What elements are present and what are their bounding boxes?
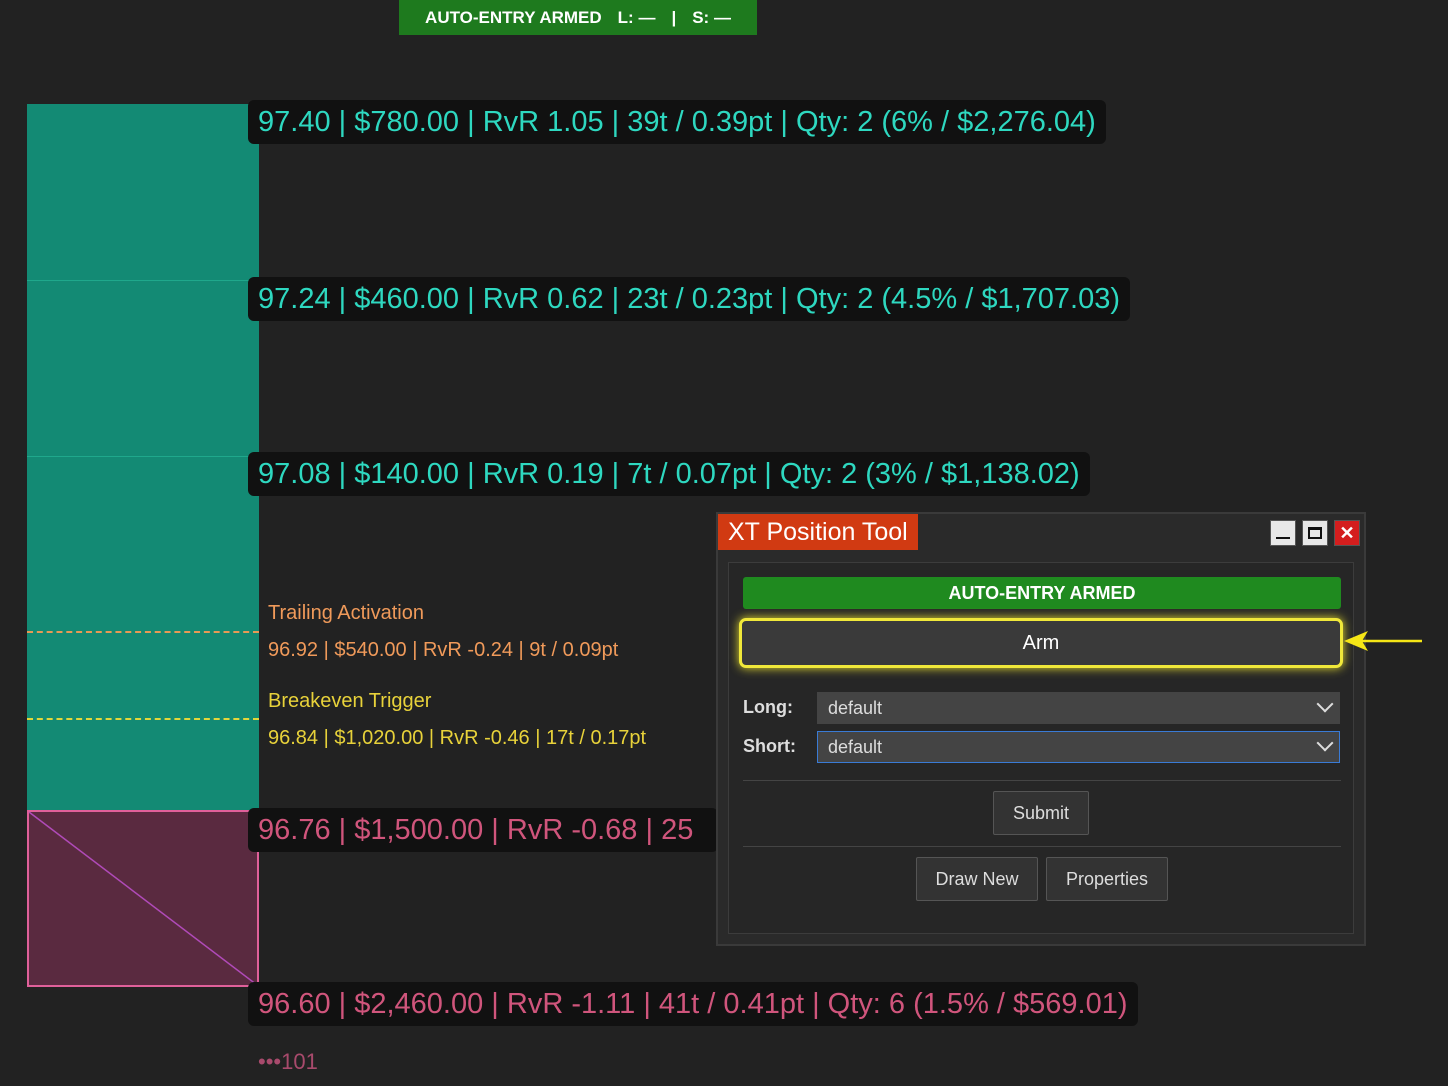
tick-label: •••101 [258, 1049, 318, 1074]
stop-loss-label: 96.60 | $2,460.00 | RvR -1.11 | 41t / 0.… [248, 982, 1138, 1026]
target-2-label: 97.24 | $460.00 | RvR 0.62 | 23t / 0.23p… [248, 277, 1130, 321]
pointer-arrow-icon [1344, 631, 1422, 651]
maximize-button[interactable] [1302, 520, 1328, 546]
divider [743, 780, 1341, 781]
banner-short: S: — [692, 7, 731, 27]
trailing-activation-value: 96.92 | $540.00 | RvR -0.24 | 9t / 0.09p… [268, 639, 619, 661]
draw-new-button[interactable]: Draw New [916, 857, 1038, 901]
xt-position-tool-dialog: XT Position Tool ✕ AUTO-ENTRY ARMED Arm … [716, 512, 1366, 946]
long-label: Long: [743, 697, 793, 717]
short-select[interactable]: default [817, 731, 1340, 763]
banner-long: L: — [617, 7, 656, 27]
target-3-label: 97.08 | $140.00 | RvR 0.19 | 7t / 0.07pt… [248, 452, 1090, 496]
trailing-activation-line[interactable] [27, 631, 259, 633]
close-button[interactable]: ✕ [1334, 520, 1360, 546]
loss-zone[interactable] [27, 810, 259, 987]
short-label: Short: [743, 736, 796, 756]
close-icon: ✕ [1339, 522, 1355, 543]
minimize-button[interactable] [1270, 520, 1296, 546]
auto-entry-status: AUTO-ENTRY ARMED [743, 577, 1341, 609]
dialog-title[interactable]: XT Position Tool [718, 514, 918, 550]
breakeven-trigger-title: Breakeven Trigger [268, 690, 432, 712]
minimize-icon [1276, 537, 1290, 539]
loss-zone-diagonal [29, 812, 257, 985]
short-select-value: default [828, 736, 883, 757]
trailing-activation-title: Trailing Activation [268, 602, 424, 624]
auto-entry-banner: AUTO-ENTRY ARMED L: — | S: — [399, 0, 757, 35]
long-select[interactable]: default [817, 692, 1340, 724]
target-1-label: 97.40 | $780.00 | RvR 1.05 | 39t / 0.39p… [248, 100, 1106, 144]
chevron-down-icon [1316, 734, 1334, 752]
banner-status: AUTO-ENTRY ARMED [425, 7, 602, 27]
breakeven-trigger-value: 96.84 | $1,020.00 | RvR -0.46 | 17t / 0.… [268, 727, 647, 749]
profit-zone[interactable] [27, 104, 259, 810]
arm-button[interactable]: Arm [739, 618, 1343, 668]
dialog-body: AUTO-ENTRY ARMED Arm Long: default Short… [728, 562, 1354, 934]
divider [743, 846, 1341, 847]
submit-button[interactable]: Submit [993, 791, 1089, 835]
long-select-value: default [828, 697, 883, 718]
chevron-down-icon [1316, 695, 1334, 713]
maximize-icon [1308, 527, 1322, 539]
zone-divider [27, 456, 259, 457]
properties-button[interactable]: Properties [1046, 857, 1168, 901]
breakeven-trigger-line[interactable] [27, 718, 259, 720]
banner-separator: | [671, 7, 677, 27]
zone-divider [27, 280, 259, 281]
entry-label: 96.76 | $1,500.00 | RvR -0.68 | 25 [248, 808, 718, 852]
